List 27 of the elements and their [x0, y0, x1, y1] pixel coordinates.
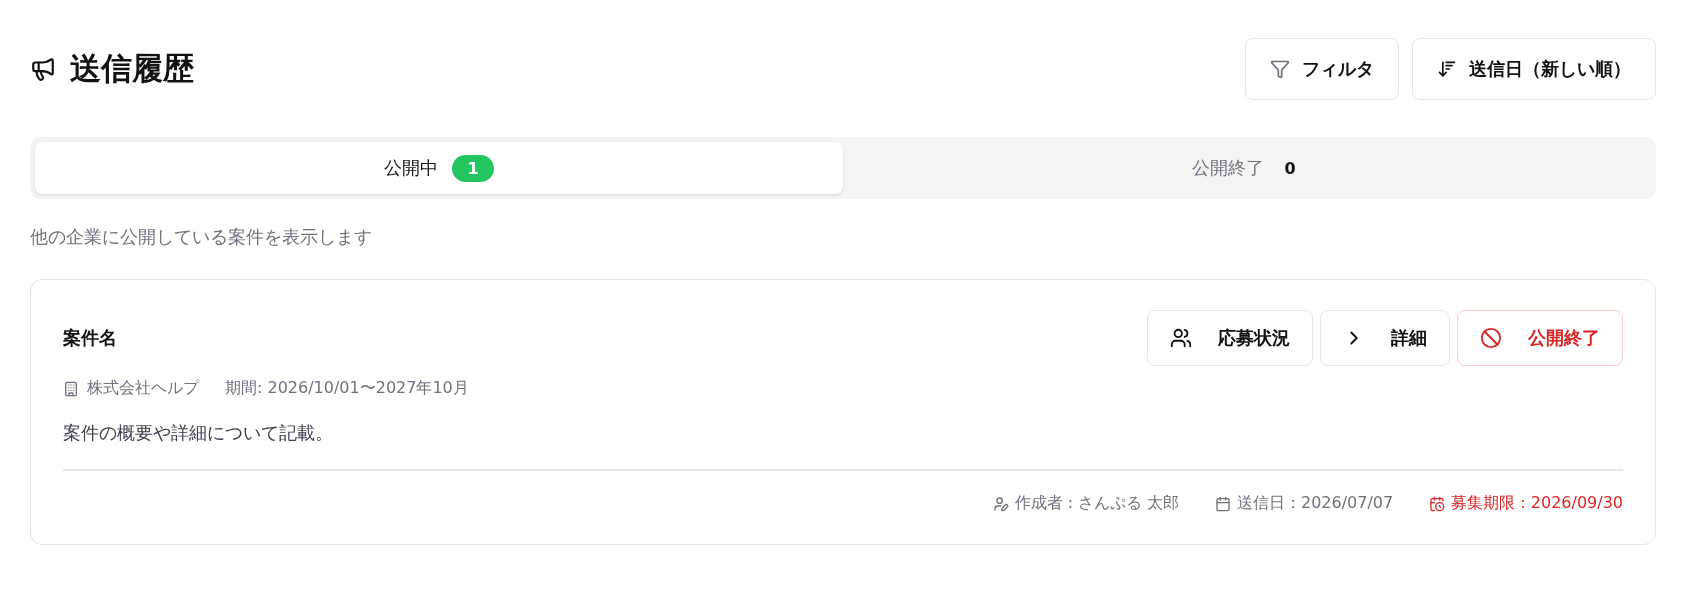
end-publication-button[interactable]: 公開終了	[1457, 310, 1623, 366]
calendar-icon	[1215, 495, 1232, 512]
footer-text: 募集期限 : 2026/09/30	[1451, 493, 1623, 514]
summary-text: 案件の概要や詳細について記載。	[63, 421, 334, 445]
user-pen-icon	[992, 495, 1009, 512]
count-label: 0	[1283, 157, 1297, 180]
card-title: 案件名	[63, 326, 117, 350]
company-name: 株式会社ヘルプ	[87, 378, 199, 399]
sort-button[interactable]: 送信日（新しい順）	[1412, 38, 1656, 100]
period-text: 期間: 2026/10/01〜2027年10月	[225, 378, 469, 399]
ban-icon	[1480, 327, 1502, 349]
megaphone-icon	[30, 56, 56, 82]
tab[interactable]: 公開終了 0	[843, 142, 1651, 194]
footer-text: 作成者 : さんぷる 太郎	[1014, 493, 1180, 514]
applicants-button[interactable]: 応募状況	[1147, 310, 1313, 366]
footer-text: 送信日 : 2026/07/07	[1237, 493, 1394, 514]
description-text: 他の企業に公開している案件を表示します	[30, 225, 373, 249]
detail-button[interactable]: 詳細	[1320, 310, 1450, 366]
filter-button[interactable]: フィルタ	[1245, 38, 1399, 100]
users-icon	[1170, 327, 1192, 349]
building-icon	[63, 380, 79, 397]
sort-icon	[1437, 59, 1457, 79]
count-badge: 1	[452, 154, 494, 182]
filter-icon	[1270, 59, 1290, 79]
calendar-clock-icon	[1429, 495, 1446, 512]
tab[interactable]: 公開中 1	[35, 142, 843, 194]
page-title: 送信履歴	[70, 49, 194, 88]
